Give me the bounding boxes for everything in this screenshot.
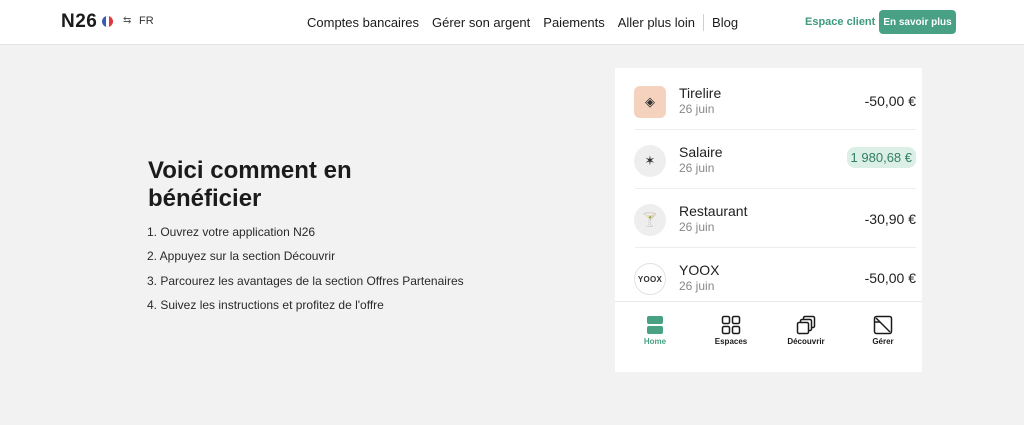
grid-icon [721,315,741,335]
app-preview-card: ◈ Tirelire 26 juin -50,00 € ✶ Salaire 26… [615,68,922,372]
tab-espaces[interactable]: Espaces [701,315,761,346]
transaction-name: Tirelire [679,85,722,101]
site-header: N26 ⇆ FR Comptes bancaires Gérer son arg… [0,0,1024,45]
transaction-name: Restaurant [679,203,748,219]
espace-client-link[interactable]: Espace client [805,16,875,28]
step-item: 4. Suivez les instructions et profitez d… [147,297,384,312]
cocktail-icon: 🍸 [634,204,666,236]
row-divider [635,129,916,130]
transaction-row: ◈ Tirelire 26 juin -50,00 € [621,72,916,130]
nav-divider [703,14,705,31]
tab-label: Gérer [872,337,894,346]
transaction-date: 26 juin [679,220,715,234]
transaction-amount: -50,00 € [864,93,916,109]
transaction-name: Salaire [679,144,723,160]
transaction-row: YOOX YOOX 26 juin -50,00 € [621,249,916,307]
nav-item-gerer-son-argent[interactable]: Gérer son argent [432,15,530,30]
transaction-row: 🍸 Restaurant 26 juin -30,90 € [621,190,916,248]
transaction-date: 26 juin [679,161,715,175]
row-divider [635,188,916,189]
transaction-amount: -30,90 € [864,211,916,227]
transaction-date: 26 juin [679,102,715,116]
tab-gerer[interactable]: Gérer [853,315,913,346]
section-title: Voici comment en bénéficier [148,157,352,212]
france-flag-icon[interactable] [102,16,113,27]
party-popper-icon: ✶ [634,145,666,177]
stacked-cards-icon [796,315,816,335]
yoox-logo: YOOX [634,263,666,295]
nav-item-comptes-bancaires[interactable]: Comptes bancaires [307,15,419,30]
transaction-name: YOOX [679,262,720,278]
tab-label: Découvrir [787,337,825,346]
step-item: 3. Parcourez les avantages de la section… [147,273,464,288]
tab-label: Espaces [714,337,748,346]
app-tab-bar: Home Espaces Découvrir Gérer [615,301,922,357]
home-icon [647,316,663,334]
steps-list: 1. Ouvrez votre application N26 2. Appuy… [147,225,464,322]
nav-item-blog[interactable]: Blog [712,15,738,30]
language-selector[interactable]: FR [139,15,154,27]
step-item: 1. Ouvrez votre application N26 [147,225,316,239]
transaction-row: ✶ Salaire 26 juin 1 980,68 € [621,131,916,189]
card-manage-icon [873,315,893,335]
tab-label: Home [643,337,667,346]
main-nav: Comptes bancaires Gérer son argent Paiem… [307,14,751,31]
piggy-bank-icon: ◈ [634,86,666,118]
tab-home[interactable]: Home [625,315,685,346]
en-savoir-plus-button[interactable]: En savoir plus [879,10,956,34]
nav-item-paiements[interactable]: Paiements [543,15,604,30]
n26-logo[interactable]: N26 [61,11,97,33]
transaction-amount: -50,00 € [864,270,916,286]
translate-icon[interactable]: ⇆ [123,15,131,26]
tab-decouvrir[interactable]: Découvrir [776,315,836,346]
transaction-date: 26 juin [679,279,715,293]
step-item: 2. Appuyez sur la section Découvrir [147,249,336,264]
row-divider [635,247,916,248]
transaction-amount-positive: 1 980,68 € [846,147,916,168]
nav-item-aller-plus-loin[interactable]: Aller plus loin [618,15,695,30]
